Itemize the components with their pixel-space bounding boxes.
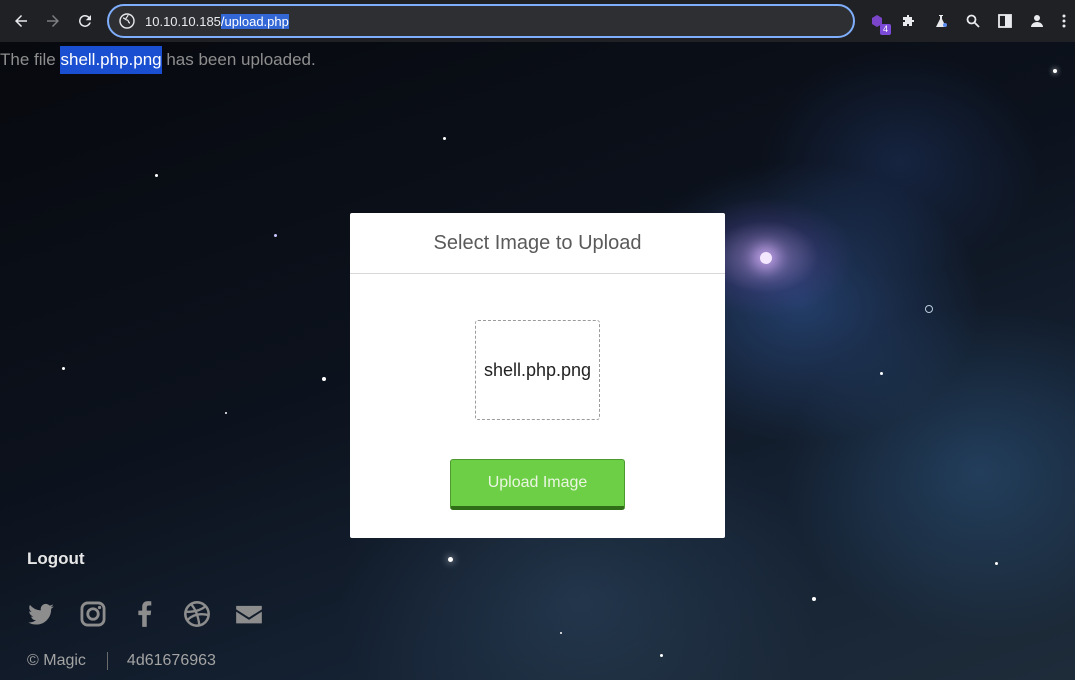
forward-icon — [47, 15, 59, 27]
star — [225, 412, 227, 414]
envelope-icon — [236, 605, 262, 624]
uploaded-filename: shell.php.png — [60, 46, 162, 74]
profile-icon — [1031, 15, 1043, 27]
email-link[interactable] — [235, 600, 263, 628]
social-links — [27, 600, 287, 628]
message-suffix: has been uploaded. — [161, 50, 316, 69]
copyright-text: © Magic — [27, 652, 86, 669]
footer: © Magic 4d61676963 — [27, 652, 216, 670]
site-info-icon[interactable] — [119, 13, 135, 29]
labs-button[interactable] — [925, 5, 957, 37]
star — [660, 654, 663, 657]
dribbble-link[interactable] — [183, 600, 211, 628]
puzzle-icon — [903, 15, 914, 26]
browser-menu-button[interactable] — [1053, 5, 1075, 37]
back-icon — [15, 15, 27, 27]
search-button[interactable] — [957, 5, 989, 37]
star — [322, 377, 326, 381]
upload-image-button[interactable]: Upload Image — [450, 459, 625, 510]
back-button[interactable] — [5, 5, 37, 37]
facebook-link[interactable] — [131, 600, 159, 628]
search-icon — [966, 14, 980, 28]
extensions-button[interactable] — [893, 5, 925, 37]
twitter-link[interactable] — [27, 600, 55, 628]
profile-button[interactable] — [1021, 5, 1053, 37]
instagram-icon — [80, 601, 106, 627]
url-path: /upload.php — [220, 13, 289, 29]
browser-toolbar: 10.10.10.185/upload.php 4 — [0, 0, 1075, 42]
star — [925, 305, 933, 313]
logout-link[interactable]: Logout — [27, 549, 85, 569]
star — [448, 557, 453, 562]
toolbar-actions: 4 — [861, 0, 1075, 42]
instagram-link[interactable] — [79, 600, 107, 628]
extension-badge: 4 — [879, 24, 891, 35]
menu-icon — [1062, 14, 1066, 28]
reload-icon — [79, 14, 91, 27]
card-title: Select Image to Upload — [350, 213, 725, 274]
footer-divider — [106, 652, 108, 670]
page-background: The file shell.php.png has been uploaded… — [0, 42, 1075, 680]
selected-file-name: shell.php.png — [483, 359, 592, 380]
address-bar[interactable]: 10.10.10.185/upload.php — [107, 4, 855, 38]
upload-status-message: The file shell.php.png has been uploaded… — [0, 45, 316, 75]
upload-card: Select Image to Upload shell.php.png Upl… — [350, 213, 725, 538]
star — [1053, 69, 1057, 73]
reload-button[interactable] — [69, 5, 101, 37]
footer-hash: 4d61676963 — [126, 652, 216, 669]
star — [812, 597, 816, 601]
star — [62, 367, 65, 370]
star — [995, 562, 998, 565]
forward-button[interactable] — [37, 5, 69, 37]
star — [274, 234, 277, 237]
side-panel-button[interactable] — [989, 5, 1021, 37]
star — [560, 632, 562, 634]
twitter-icon — [28, 603, 54, 625]
dribbble-icon — [184, 601, 210, 627]
url-host: 10.10.10.185 — [145, 13, 221, 29]
message-prefix: The file — [0, 50, 61, 69]
star — [155, 174, 158, 177]
facebook-icon — [138, 601, 152, 627]
labs-icon — [936, 15, 947, 27]
star — [760, 252, 772, 264]
star — [880, 372, 883, 375]
side-panel-icon — [998, 14, 1012, 28]
star — [443, 137, 446, 140]
extension-button[interactable]: 4 — [861, 5, 893, 37]
file-dropzone[interactable]: shell.php.png — [475, 320, 600, 420]
